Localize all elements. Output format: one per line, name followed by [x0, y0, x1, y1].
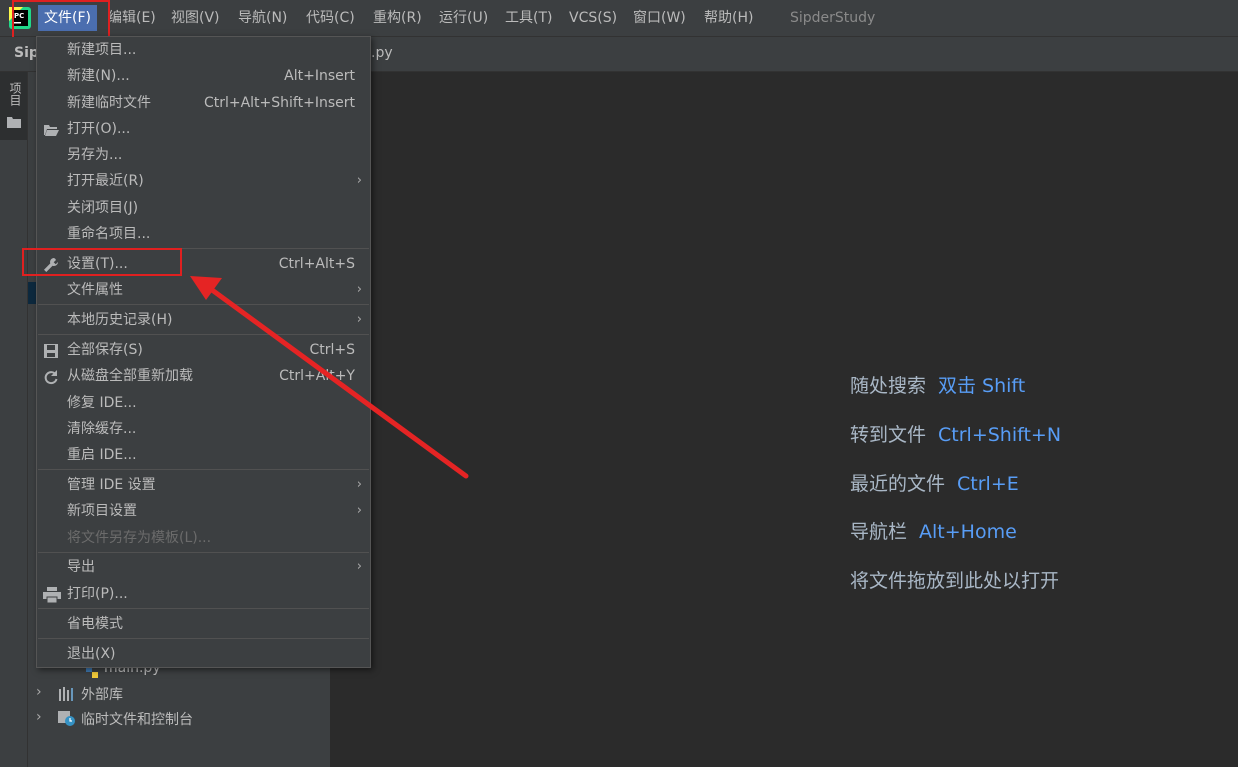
annotation-arrow [190, 276, 469, 479]
